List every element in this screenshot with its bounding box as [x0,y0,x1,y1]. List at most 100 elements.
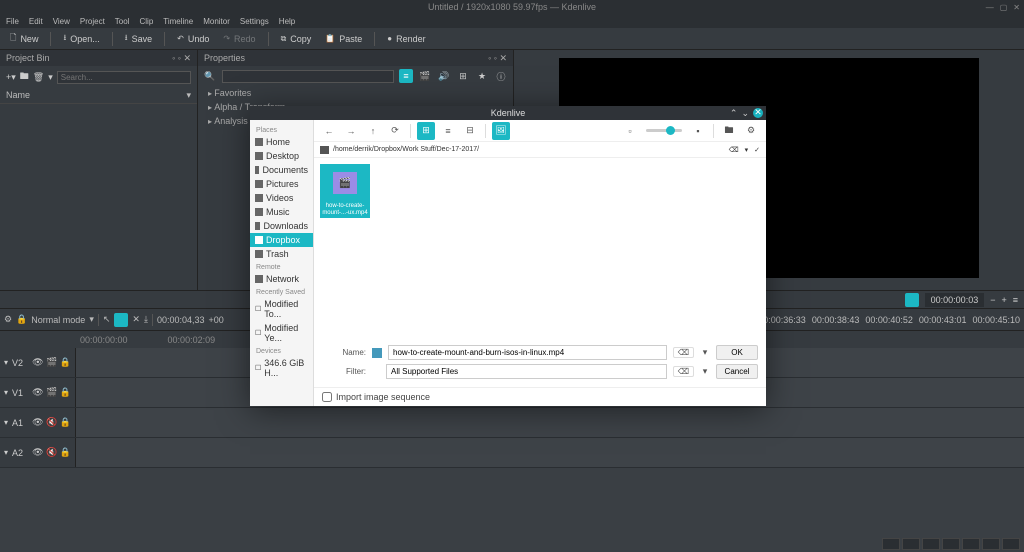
effects-search-icon[interactable]: 🔍 [203,69,217,83]
menu-view[interactable]: View [53,17,70,26]
menu-tool[interactable]: Tool [115,17,130,26]
monitor-minus-icon[interactable]: − [990,295,995,305]
place-videos[interactable]: Videos [250,191,313,205]
place-trash[interactable]: Trash [250,247,313,261]
window-maximize-icon[interactable]: ▢ [1000,3,1008,12]
view-icons-icon[interactable]: ⊞ [417,122,435,140]
view-tree-icon[interactable]: ⊟ [461,122,479,140]
effects-audio-icon[interactable]: 🔊 [437,69,451,83]
effects-video-icon[interactable]: 🎬 [418,69,432,83]
track-a2[interactable]: ▾ A2 👁 🔇 🔒 [0,438,1024,468]
file-open-dialog: Kdenlive ⌃ ⌄ ✕ Places Home Desktop Docum… [250,106,766,406]
place-network[interactable]: Network [250,272,313,286]
menu-settings[interactable]: Settings [240,17,269,26]
monitor-plus-icon[interactable]: + [1001,295,1006,305]
place-modified-yesterday[interactable]: ☐ Modified Ye... [250,321,313,345]
name-column-header[interactable]: Name [6,90,30,101]
file-label: how-to-create-mount-...-ux.mp4 [320,202,370,218]
place-desktop[interactable]: Desktop [250,149,313,163]
menu-edit[interactable]: Edit [29,17,43,26]
track-a1[interactable]: ▾ A1 👁 🔇 🔒 [0,408,1024,438]
zoom-slider[interactable] [646,129,682,132]
window-close-icon[interactable]: ✕ [1013,3,1020,12]
menu-monitor[interactable]: Monitor [203,17,230,26]
dialog-max-icon[interactable]: ⌄ [741,108,749,119]
nav-back-icon[interactable]: ← [320,122,338,140]
place-documents[interactable]: Documents [250,163,313,177]
timeline-settings-icon[interactable]: ⚙ [4,314,12,325]
place-music[interactable]: Music [250,205,313,219]
timeline-tool-select-icon[interactable]: ↖ [103,314,111,325]
path-clear-icon[interactable]: ⌫ [729,146,739,154]
place-pictures[interactable]: Pictures [250,177,313,191]
effects-view-icon[interactable]: ≡ [399,69,413,83]
menu-file[interactable]: File [6,17,19,26]
new-folder-icon[interactable]: 🖿 [720,122,738,140]
place-home[interactable]: Home [250,135,313,149]
filename-input[interactable] [388,345,667,360]
layout-switcher[interactable] [882,538,1020,550]
filter-input[interactable] [386,364,667,379]
menu-help[interactable]: Help [279,17,295,26]
place-downloads[interactable]: Downloads [250,219,313,233]
preview-toggle-icon[interactable]: 🖼 [492,122,510,140]
new-button[interactable]: 🗋 New [6,30,42,48]
window-minimize-icon[interactable]: — [986,3,994,12]
zoom-in-icon[interactable]: ▪ [689,122,707,140]
place-dropbox[interactable]: Dropbox [250,233,313,247]
devices-heading: Devices [250,345,313,356]
place-disk[interactable]: ☐ 346.6 GiB H... [250,356,313,380]
timeline-mode[interactable]: Normal mode [31,315,85,325]
filename-clear-icon[interactable]: ⌫ [673,347,694,358]
render-button[interactable]: ● Render [383,32,429,46]
timeline-lock-icon[interactable]: 🔒 [16,314,27,325]
effects-info-icon[interactable]: ⓘ [494,69,508,83]
folder-icon [320,146,329,154]
import-sequence-checkbox[interactable] [322,392,332,402]
delete-icon[interactable]: 🗑 [33,72,44,83]
timeline-tool-spacer-icon[interactable]: ✕ [132,314,140,325]
places-heading: Places [250,124,313,135]
monitor-menu-icon[interactable]: ≡ [1013,295,1018,305]
search-input[interactable] [57,71,191,84]
file-type-icon [372,348,382,358]
nav-reload-icon[interactable]: ⟳ [386,122,404,140]
file-item[interactable]: 🎬 how-to-create-mount-...-ux.mp4 [320,164,370,218]
copy-button[interactable]: ⧉ Copy [277,32,316,46]
folder-icon[interactable]: 🖿 [20,69,29,85]
timeline-tool-razor-icon[interactable] [114,313,128,327]
nav-up-icon[interactable]: ↑ [364,122,382,140]
effects-search-input[interactable] [222,70,394,83]
view-list-icon[interactable]: ≡ [439,122,457,140]
network-icon [255,275,263,283]
paste-button[interactable]: 📋 Paste [321,32,366,46]
ok-button[interactable]: OK [716,345,758,360]
timeline-tool-goto-icon[interactable]: ⤓ [144,314,148,325]
file-browser-area[interactable]: 🎬 how-to-create-mount-...-ux.mp4 [314,158,766,341]
save-button[interactable]: ⭳ Save [121,30,156,48]
effects-fav-icon[interactable]: ★ [475,69,489,83]
open-button[interactable]: ⭳ Open... [59,30,103,48]
effects-custom-icon[interactable]: ⊞ [456,69,470,83]
menu-timeline[interactable]: Timeline [163,17,193,26]
dialog-close-icon[interactable]: ✕ [753,108,763,118]
add-clip-icon[interactable]: +▾ [6,72,16,83]
filter-clear-icon[interactable]: ⌫ [673,366,694,377]
path-accept-icon[interactable]: ✓ [754,146,760,154]
properties-title: Properties [204,53,245,63]
menu-clip[interactable]: Clip [139,17,153,26]
undo-button[interactable]: ↶ Undo [173,32,213,46]
cancel-button[interactable]: Cancel [716,364,758,379]
menu-project[interactable]: Project [80,17,105,26]
settings-icon[interactable]: ⚙ [742,122,760,140]
zoom-out-icon[interactable]: ▫ [621,122,639,140]
place-modified-today[interactable]: ☐ Modified To... [250,297,313,321]
dialog-min-icon[interactable]: ⌃ [730,108,738,119]
nav-forward-icon[interactable]: → [342,122,360,140]
redo-button[interactable]: ↷ Redo [219,32,259,46]
monitor-marker-icon[interactable] [905,293,919,307]
effect-group-favorites[interactable]: ▸ Favorites [198,86,513,100]
dialog-path-bar[interactable]: /home/derrik/Dropbox/Work Stuff/Dec-17-2… [314,142,766,158]
filter-dropdown-icon[interactable]: ▾ [700,366,710,377]
filename-history-icon[interactable]: ▾ [700,347,710,358]
